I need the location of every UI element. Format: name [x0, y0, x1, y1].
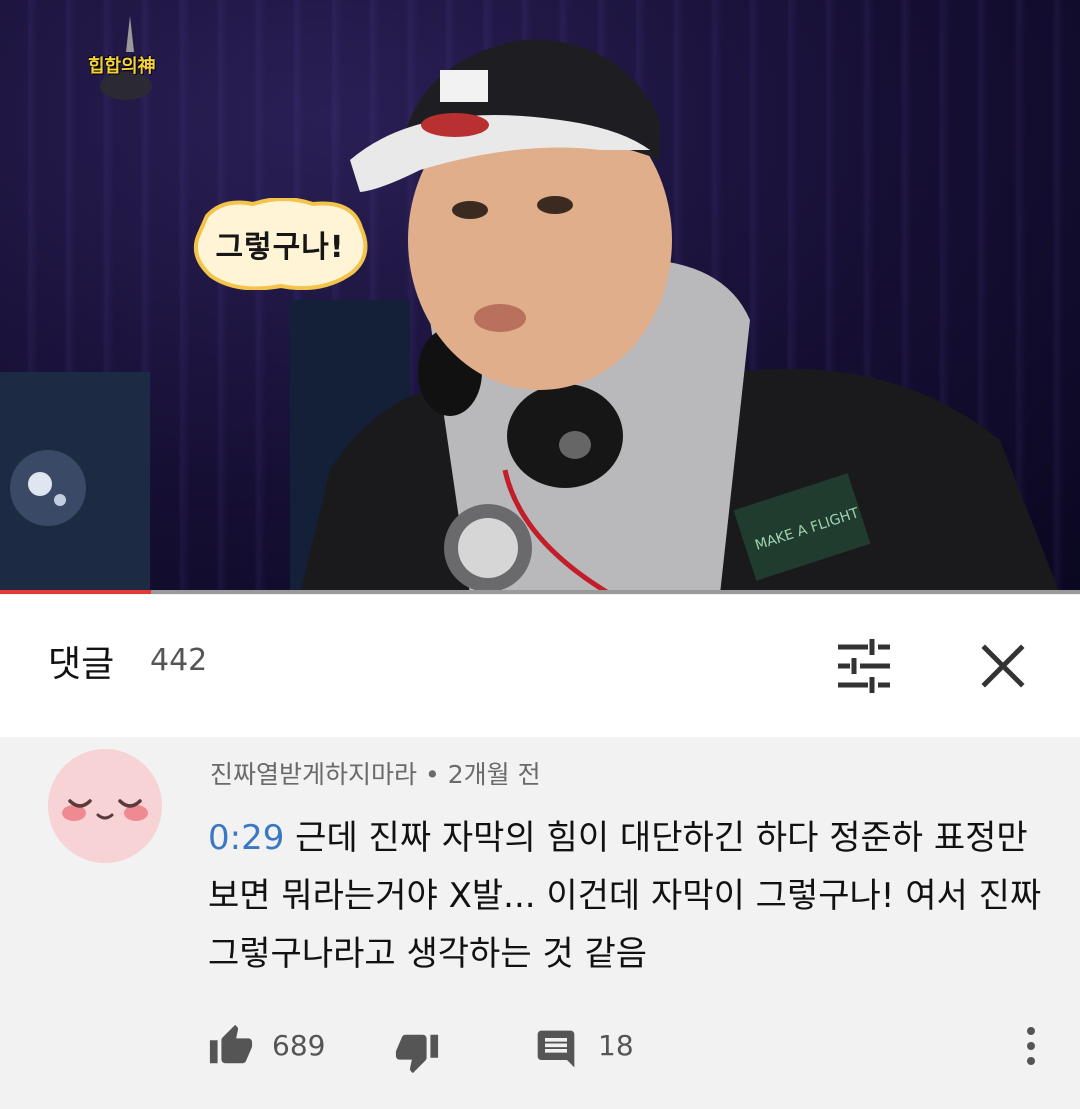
comment-text: 0:29 근데 진짜 자막의 힘이 대단하긴 하다 정준하 표정만 보면 뭐라는… [208, 809, 1048, 983]
comment-meta: 진짜열받게하지마라 • 2개월 전 [210, 755, 541, 791]
comment-body: 근데 진짜 자막의 힘이 대단하긴 하다 정준하 표정만 보면 뭐라는거야 X발… [208, 818, 1042, 974]
reply-count: 18 [598, 1029, 634, 1062]
video-player[interactable]: MAKE A FLIGHT 힙합의神 그렇구나! [0, 0, 1080, 594]
comment-time: 2개월 전 [447, 760, 541, 789]
comment-author[interactable]: 진짜열받게하지마라 [210, 760, 417, 789]
show-logo-text: 힙합의神 [88, 56, 156, 77]
comment-actions: 689 18 [208, 1023, 1048, 1079]
sort-filter-icon[interactable] [832, 635, 894, 697]
comments-title: 댓글 [48, 644, 115, 685]
close-icon[interactable] [972, 635, 1034, 697]
reply-icon[interactable] [534, 1027, 578, 1071]
comments-count: 442 [150, 643, 208, 678]
timestamp-link[interactable]: 0:29 [208, 818, 284, 858]
caption-text: 그렇구나! [215, 230, 345, 265]
avatar[interactable] [48, 749, 162, 863]
video-progress-fill [0, 590, 152, 594]
more-vert-icon[interactable] [1020, 1023, 1042, 1069]
meta-separator: • [425, 760, 440, 789]
thumbs-up-icon[interactable] [208, 1023, 254, 1069]
comment-item: 진짜열받게하지마라 • 2개월 전 0:29 근데 진짜 자막의 힘이 대단하긴 하… [0, 737, 1080, 1109]
video-progress-bar[interactable] [0, 590, 1080, 594]
thumbs-down-icon[interactable] [394, 1029, 440, 1075]
comments-header: 댓글 442 [0, 595, 1080, 737]
like-count: 689 [272, 1029, 326, 1062]
